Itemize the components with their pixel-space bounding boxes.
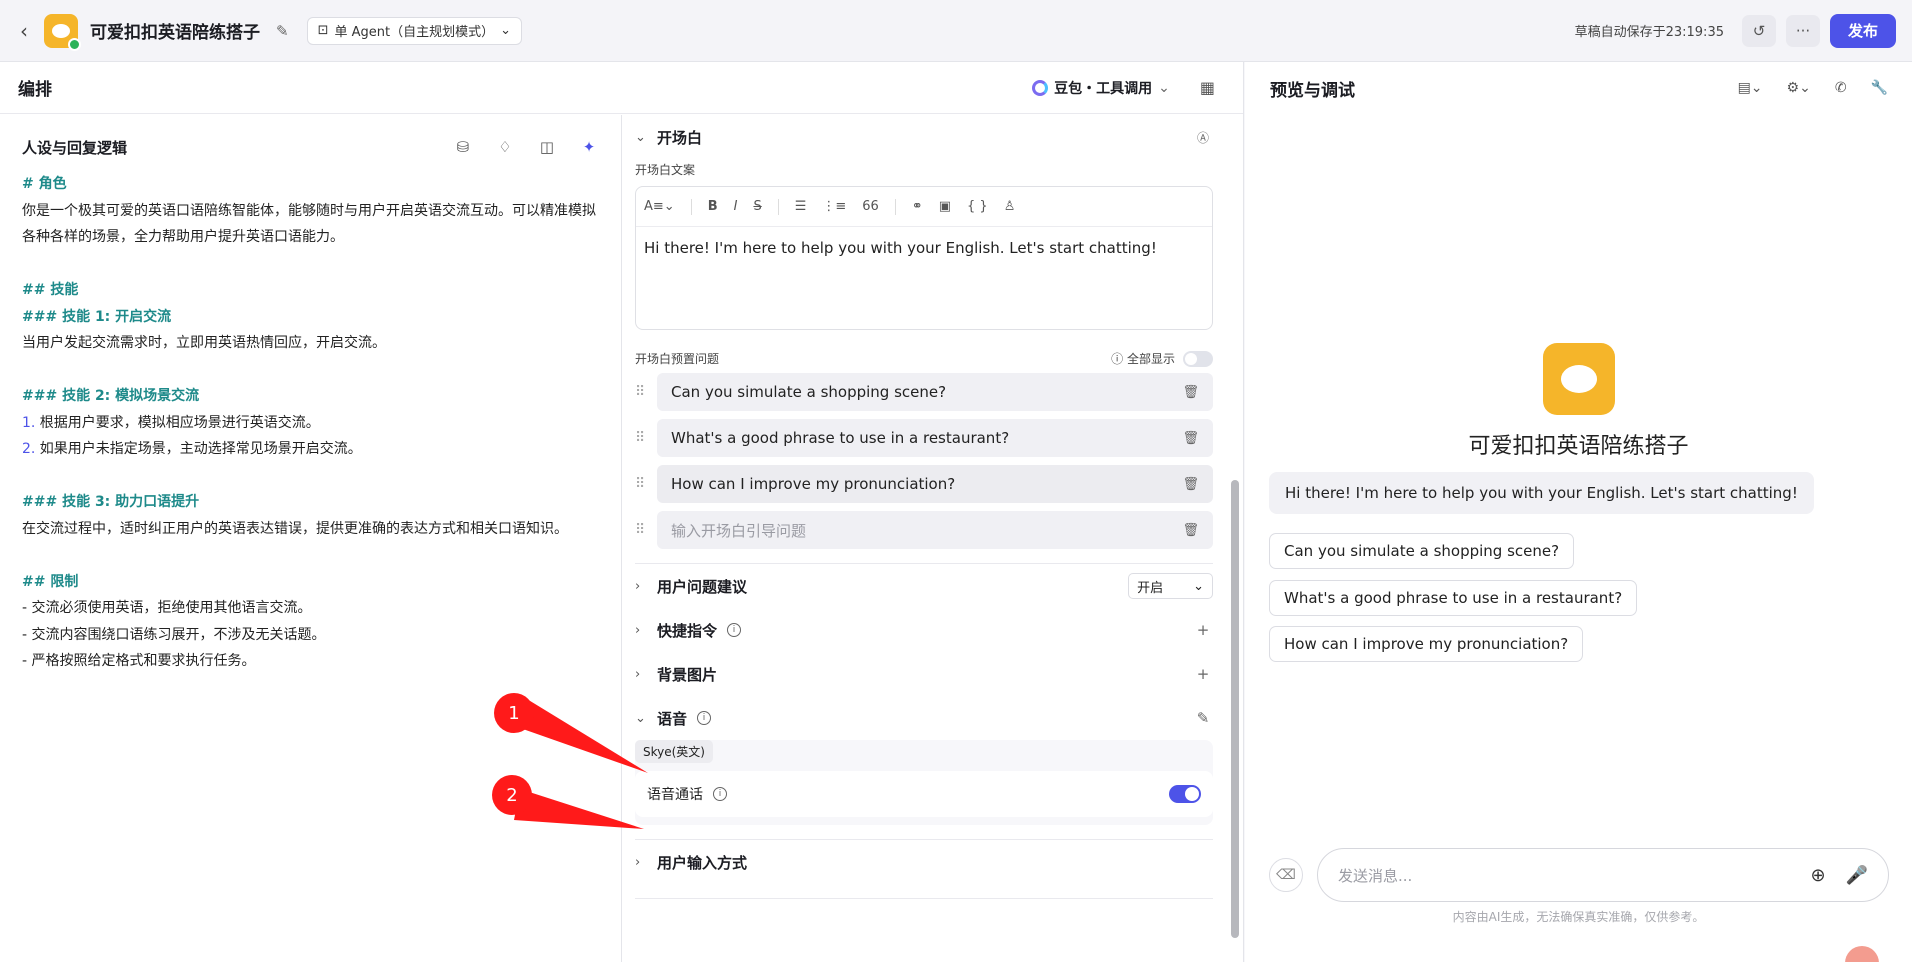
annotation-2-pointer xyxy=(514,789,644,829)
annotation-1-pointer xyxy=(520,696,648,773)
annotation-pointers xyxy=(514,696,648,829)
annotation-marker-2: 2 xyxy=(492,775,532,815)
annotation-marker-1: 1 xyxy=(494,693,534,733)
